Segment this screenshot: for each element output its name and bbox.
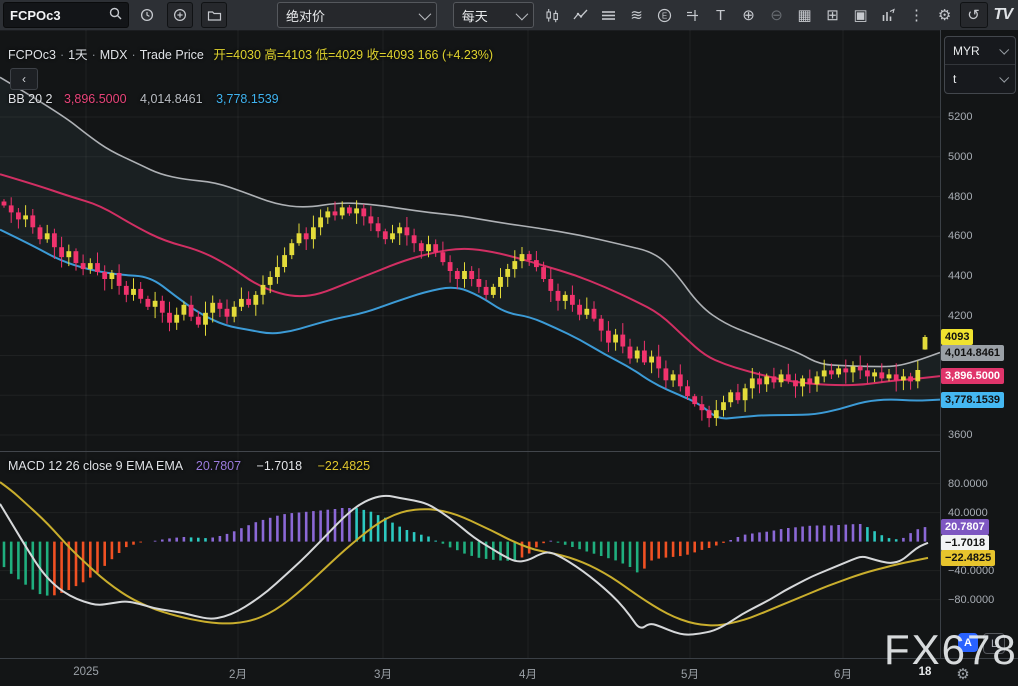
symbol-search-value: FCPOc3 [10,8,61,23]
layout-lines-icon[interactable] [596,3,622,27]
time-tick: 6月 [834,666,852,682]
chevron-down-icon [515,7,528,20]
price-tick: 3600 [948,429,972,441]
indicators-icon[interactable] [568,3,594,27]
macd-tag: −1.7018 [941,535,989,551]
e-circle-icon[interactable]: E [652,3,678,27]
zoom-in-icon[interactable]: ⊕ [736,3,762,27]
timezone-settings-icon[interactable]: ⚙ [952,663,974,685]
add-compare-icon[interactable] [167,2,193,28]
candlestick-style-icon[interactable] [540,3,566,27]
time-tick: 3月 [374,666,392,682]
macd-tick: −80.0000 [948,594,994,606]
time-axis[interactable]: ⚙ 2025 2月 3月 4月 5月 6月 18 [0,658,1018,686]
zoom-out-icon[interactable]: ⊖ [764,3,790,27]
chevron-down-icon [999,45,1009,55]
price-tick: 4200 [948,310,972,322]
price-tick: 4600 [948,230,972,242]
more-dots-icon[interactable]: ⋮ [904,3,930,27]
price-tag: 4093 [941,329,973,345]
chevron-down-icon [418,7,431,20]
currency-dropdown[interactable]: MYR [945,37,1015,64]
price-mode-dropdown[interactable]: 绝对价 [277,2,437,28]
folder-icon[interactable] [201,2,227,28]
undo-icon[interactable]: ↺ [960,2,988,28]
top-toolbar: FCPOc3 绝对价 每天 ≋ E T⊕⊖▦⊞▣ ⋮⚙↺ TV [0,0,1018,31]
interval-dropdown[interactable]: 每天 [453,2,534,28]
time-tick: 5月 [681,666,699,682]
waves-icon[interactable]: ≋ [624,3,650,27]
text-icon[interactable]: T [708,3,734,27]
search-icon [109,7,122,23]
unit-value: t [953,72,956,86]
toolbar-icon-strip: ≋ E T⊕⊖▦⊞▣ ⋮⚙↺ [540,2,988,28]
auto-scale-button[interactable]: A [958,633,978,652]
macd-tick: 40.0000 [948,507,988,519]
time-tick: 2月 [229,666,247,682]
time-tick-current: 18 [919,666,932,678]
bar-replay-icon[interactable] [876,3,902,27]
interval-value: 每天 [462,6,488,25]
price-tick: 5000 [948,151,972,163]
axis-unit-box: MYR t [944,36,1016,94]
chevron-down-icon [999,73,1009,83]
collapse-legend-button[interactable]: ‹ [10,68,38,90]
measure-icon[interactable] [680,3,706,27]
macd-chart-panel[interactable] [0,452,940,658]
currency-value: MYR [953,44,980,58]
price-chart-panel[interactable] [0,30,940,452]
price-tick: 4400 [948,270,972,282]
trading-app: FCPOc3 绝对价 每天 ≋ET⊕⊖▦⊞▣⋮⚙↺ TV [0,0,1018,686]
macd-tick: −40.0000 [948,565,994,577]
macd-tag: −22.4825 [941,550,995,566]
price-mode-value: 绝对价 [286,6,325,25]
settings-icon[interactable]: ⚙ [932,3,958,27]
price-tick: 4800 [948,191,972,203]
clock-icon[interactable] [135,3,159,27]
tradingview-logo[interactable]: TV [994,6,1012,24]
macd-tick: 80.0000 [948,478,988,490]
price-tag: 4,014.8461 [941,345,1004,361]
log-scale-button[interactable]: L [983,633,1005,654]
time-tick: 4月 [519,666,537,682]
table-icon[interactable]: ▦ [792,3,818,27]
price-axis[interactable]: 5200 5000 4800 4600 4400 4200 3600 80.0000 40.00… [941,30,1018,658]
macd-tag: 20.7807 [941,519,989,535]
price-tick: 5200 [948,111,972,123]
symbol-search-input[interactable]: FCPOc3 [3,2,129,28]
price-tag: 3,778.1539 [941,392,1004,408]
unit-dropdown[interactable]: t [945,64,1015,92]
time-tick: 2025 [73,666,99,678]
screenshot-icon[interactable]: ⊞ [820,3,846,27]
panel-divider[interactable] [0,451,1018,452]
price-tag: 3,896.5000 [941,368,1004,384]
svg-text:E: E [662,11,667,20]
copy-image-icon[interactable]: ▣ [848,3,874,27]
